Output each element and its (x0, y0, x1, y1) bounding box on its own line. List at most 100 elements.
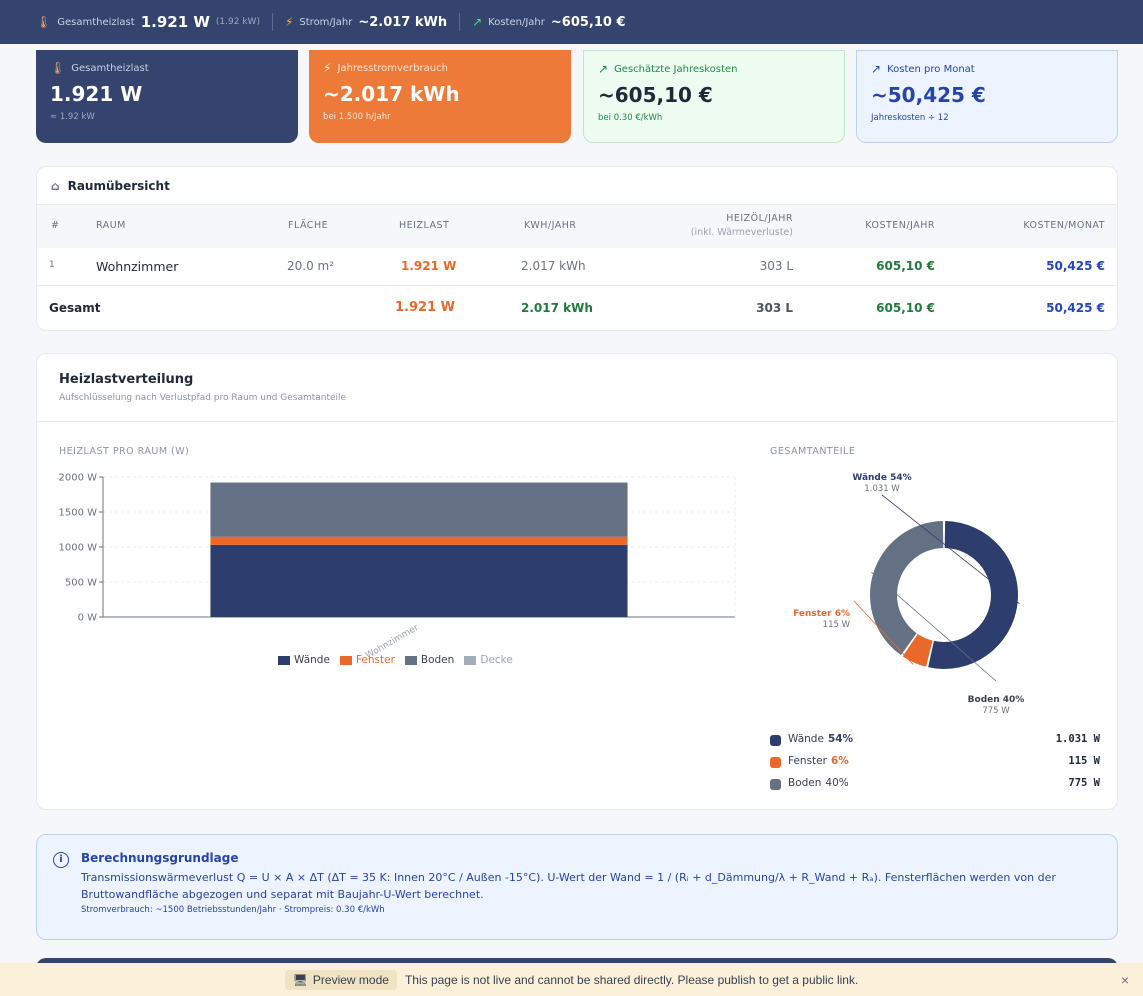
legend-item[interactable]: Boden (404, 654, 454, 666)
y-tick-label: 1500 W (58, 508, 97, 519)
share-watts: 1.031 W (1055, 733, 1100, 745)
donut-chart: Wände 54%1.031 W Fenster 6%115 W Boden 40%… (793, 473, 1025, 716)
total-kwh: 2.017 kWh (521, 301, 593, 315)
card-value: ~605,10 € (598, 83, 713, 107)
share-name: Fenster 6% (788, 755, 849, 767)
topbar-cost: ↗ Kosten/Jahr ~605,10 € (472, 15, 625, 30)
y-tick-label: 1000 W (58, 543, 97, 554)
divider (271, 13, 273, 31)
share-dot (770, 779, 781, 790)
card-value: 1.921 W (50, 82, 143, 106)
row-area: 20.0 m² (287, 259, 335, 273)
share-row: Fenster 6% 115 W (770, 754, 1100, 772)
home-icon: ⌂ (51, 178, 60, 193)
total-oil: 303 L (756, 301, 793, 315)
card-label: Kosten pro Monat (887, 63, 975, 75)
row-room: Wohnzimmer (96, 259, 179, 274)
info-footer: Stromverbrauch: ~1500 Betriebsstunden/Ja… (81, 905, 385, 915)
bar-chart-label: HEIZLAST PRO RAUM (W) (59, 446, 190, 457)
donut-label-title: Fenster 6% (793, 609, 850, 619)
heat-load-distribution-panel: Heizlastverteilung Aufschlüsselung nach … (36, 353, 1118, 810)
legend-swatch (339, 655, 352, 665)
stat-card-power: ⚡ Jahresstromverbrauch ~2.017 kWh bei 1.5… (309, 50, 571, 143)
room-overview-panel: ⌂ Raumübersicht # RAUM FLÄCHE HEIZLAST K… (36, 166, 1118, 331)
total-cost-year: 605,10 € (876, 301, 935, 315)
legend-item[interactable]: Wände (278, 654, 330, 666)
row-num: 1 (49, 260, 55, 270)
card-value: ~50,425 € (871, 83, 986, 107)
card-label: Geschätzte Jahreskosten (614, 63, 738, 75)
calculation-info-box: i Berechnungsgrundlage Transmissionswärm… (36, 834, 1118, 940)
col-header-area: FLÄCHE (288, 220, 329, 231)
topbar-power-label: Strom/Jahr (299, 16, 353, 28)
y-tick-label: 2000 W (58, 473, 97, 484)
card-value: ~2.017 kWh (323, 82, 460, 106)
donut-slice-boden[interactable] (869, 521, 944, 656)
lightning-icon: ⚡ (323, 61, 332, 75)
col-header-num: # (51, 220, 60, 231)
table-row[interactable]: 1 Wohnzimmer 20.0 m² 1.921 W 2.017 kWh 3… (37, 248, 1117, 286)
col-header-oil: HEIZÖL/JAHR (726, 213, 793, 224)
bar-segment-fenster[interactable] (210, 536, 628, 545)
top-summary-bar: 🌡 Gesamtheizlast 1.921 W (1.92 kW) ⚡ Str… (0, 0, 1143, 44)
row-load: 1.921 W (401, 259, 457, 273)
info-text: Transmissionswärmeverlust Q = U × A × ΔT… (81, 871, 1056, 901)
legend-item[interactable]: Decke (464, 654, 513, 666)
donut-label-title: Wände 54% (852, 473, 911, 483)
legend-swatch (464, 655, 477, 665)
share-row: Boden 40% 775 W (770, 776, 1100, 794)
card-sub: Jahreskosten ÷ 12 (871, 113, 949, 123)
col-header-kwh: KWH/JAHR (524, 220, 577, 231)
card-sub: ≈ 1.92 kW (50, 112, 95, 122)
col-header-cost-month: KOSTEN/MONAT (1023, 220, 1105, 231)
topbar-load-value: 1.921 W (140, 13, 210, 31)
donut-label-title: Boden 40% (968, 695, 1025, 705)
legend-swatch (278, 655, 290, 665)
bar-segment-boden[interactable] (210, 482, 628, 537)
donut-label-value: 115 W (823, 620, 851, 630)
col-header-load: HEIZLAST (399, 220, 450, 231)
trend-up-icon: ↗ (871, 62, 882, 76)
legend-label: Decke (480, 654, 513, 666)
share-row: Wände 54% 1.031 W (770, 732, 1100, 750)
distribution-title: Heizlastverteilung (59, 372, 194, 387)
bar-chart-legend: Wände Fenster Boden Decke (278, 654, 513, 666)
legend-label: Wände (294, 654, 330, 666)
y-tick-label: 500 W (65, 578, 97, 589)
table-total-row: Gesamt 1.921 W 2.017 kWh 303 L 605,10 € … (37, 287, 1117, 330)
thermometer-icon: 🌡 (50, 61, 66, 75)
topbar-power: ⚡ Strom/Jahr ~2.017 kWh (285, 15, 447, 30)
share-chart-label: GESAMTANTEILE (770, 446, 856, 457)
close-icon[interactable]: × (1121, 972, 1129, 988)
card-sub: bei 0.30 €/kWh (598, 113, 663, 123)
row-kwh: 2.017 kWh (521, 259, 586, 273)
col-header-room: RAUM (96, 220, 126, 231)
topbar-load-label: Gesamtheizlast (57, 16, 135, 28)
preview-mode-label: Preview mode (312, 972, 389, 987)
topbar-cost-label: Kosten/Jahr (488, 16, 545, 28)
topbar-load: 🌡 Gesamtheizlast 1.921 W (1.92 kW) (36, 13, 260, 31)
row-cost-month: 50,425 € (1046, 259, 1105, 273)
bar-segment-wände[interactable] (210, 544, 628, 617)
preview-banner: 🖥 Preview mode This page is not live and… (0, 963, 1143, 996)
col-header-cost-year: KOSTEN/JAHR (865, 220, 935, 231)
legend-item[interactable]: Fenster (339, 654, 395, 666)
preview-message: This page is not live and cannot be shar… (404, 972, 859, 987)
row-cost-year: 605,10 € (876, 259, 935, 273)
legend-label: Fenster (355, 654, 395, 666)
stat-card-annual-cost: ↗ Geschätzte Jahreskosten ~605,10 € bei 0… (583, 50, 845, 143)
share-watts: 115 W (1068, 755, 1100, 767)
y-tick-label: 0 W (78, 613, 98, 624)
thermometer-icon: 🌡 (36, 15, 52, 29)
trend-up-icon: ↗ (598, 62, 609, 76)
row-oil: 303 L (759, 259, 793, 273)
share-watts: 775 W (1068, 777, 1100, 789)
share-dot (770, 757, 781, 768)
total-cost-month: 50,425 € (1046, 301, 1105, 315)
card-sub: bei 1.500 h/Jahr (323, 112, 391, 122)
monitor-icon: 🖥 (292, 972, 308, 987)
col-header-oil-sub: (inkl. Wärmeverluste) (690, 227, 793, 238)
table-header-row: # RAUM FLÄCHE HEIZLAST KWH/JAHR HEIZÖL/J… (37, 205, 1117, 248)
card-label: Jahresstromverbrauch (337, 62, 448, 74)
share-name: Boden 40% (788, 777, 849, 789)
